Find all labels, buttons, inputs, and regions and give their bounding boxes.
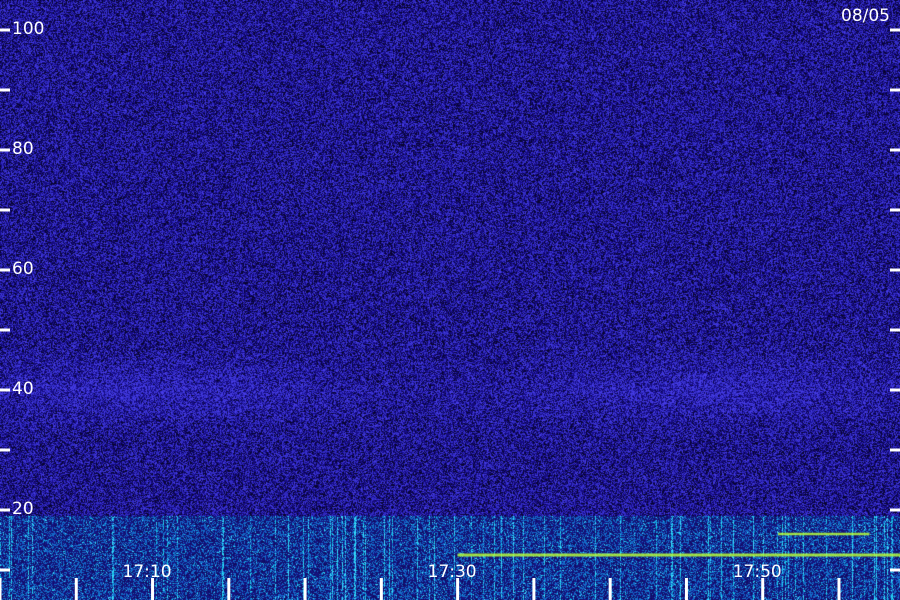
x-tick-label: 17:50 (732, 562, 782, 582)
y-tick-label: 100 (12, 19, 45, 39)
x-tick-label: 17:10 (122, 562, 172, 582)
y-tick-label: 80 (12, 139, 34, 159)
y-tick-label: 40 (12, 379, 34, 399)
y-tick-label: 20 (12, 499, 34, 519)
x-tick-label: 17:30 (427, 562, 477, 582)
date-label: 08/05 (841, 6, 890, 26)
axis-overlay (0, 28, 900, 600)
y-tick-label: 60 (12, 259, 34, 279)
